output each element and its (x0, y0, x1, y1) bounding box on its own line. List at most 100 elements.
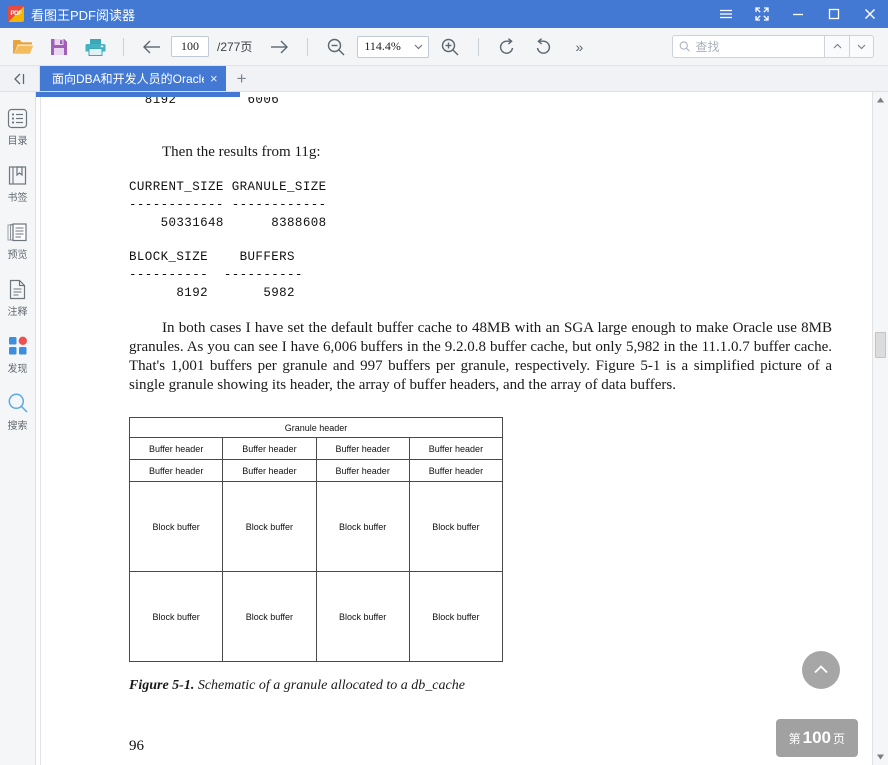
main-toolbar: /277页 114.4% » (0, 28, 888, 66)
sidebar-item-discover[interactable]: 发现 (0, 334, 36, 375)
figure-caption-text: Schematic of a granule allocated to a db… (194, 678, 465, 694)
block-buffer-cell: Block buffer (315, 571, 410, 663)
buffer-header-cell: Buffer header (315, 459, 410, 483)
buffer-header-cell: Buffer header (222, 459, 317, 483)
zoom-level-select[interactable]: 114.4% (357, 35, 430, 58)
scrollbar-down-arrow[interactable] (873, 749, 888, 765)
page-badge-number: 100 (802, 728, 831, 747)
annotation-icon (7, 277, 28, 301)
maximize-icon[interactable] (816, 0, 852, 28)
rotate-right-icon[interactable] (526, 32, 560, 62)
sidebar-label-search: 搜索 (7, 421, 28, 432)
intro-line: Then the results from 11g: (129, 143, 832, 162)
block-buffer-cell: Block buffer (408, 571, 504, 663)
chevron-up-icon (833, 43, 841, 49)
open-file-icon[interactable] (6, 32, 40, 62)
toolbar-divider (123, 37, 124, 56)
block-buffer-cell: Block buffer (128, 571, 224, 663)
search-prev-button[interactable] (824, 35, 849, 58)
page-total-label: /277页 (217, 40, 253, 54)
toolbar-divider-2 (307, 37, 309, 56)
sidebar-label-bookmarks: 书签 (7, 193, 28, 204)
app-title: 看图王PDF阅读器 (31, 7, 136, 23)
tab-close-icon[interactable]: × (210, 72, 218, 85)
minimize-icon[interactable] (780, 0, 816, 28)
sidebar-item-bookmarks[interactable]: 书签 (0, 163, 36, 204)
table-row: Buffer header Buffer header Buffer heade… (128, 459, 504, 483)
scrollbar-up-arrow[interactable] (873, 92, 888, 108)
save-file-icon[interactable] (42, 32, 76, 62)
search-input[interactable] (695, 39, 818, 54)
zoom-out-icon[interactable] (319, 32, 353, 62)
page-number-input[interactable] (171, 36, 209, 57)
list-icon (7, 106, 28, 130)
close-icon[interactable] (852, 0, 888, 28)
table-row: Buffer header Buffer header Buffer heade… (128, 437, 504, 461)
search-next-button[interactable] (849, 35, 874, 58)
scrollbar-thumb[interactable] (875, 332, 886, 358)
block-buffer-cell: Block buffer (128, 481, 224, 573)
sidebar-label-annotations: 注释 (7, 307, 28, 318)
title-bar: 看图王PDF阅读器 (0, 0, 888, 28)
page-badge-suffix: 页 (832, 732, 845, 746)
sidebar-label-discover: 发现 (7, 364, 28, 375)
buffer-header-cell: Buffer header (408, 459, 504, 483)
new-tab-button[interactable]: + (226, 66, 258, 91)
code-block-block-size: BLOCK_SIZE BUFFERS ---------- ----------… (129, 250, 303, 301)
scroll-to-top-button[interactable] (802, 651, 840, 689)
block-buffer-cell: Block buffer (408, 481, 504, 573)
chevron-down-icon (414, 44, 423, 50)
vertical-scrollbar[interactable] (872, 92, 888, 765)
menu-icon[interactable] (708, 0, 744, 28)
more-tools-label: » (575, 38, 584, 55)
sidebar-item-preview[interactable]: 预览 (0, 220, 36, 261)
print-icon[interactable] (78, 32, 112, 62)
block-buffer-cell: Block buffer (222, 571, 317, 663)
left-sidebar: 目录 书签 预览 注释 发现 搜索 (0, 92, 36, 765)
sidebar-label-preview: 预览 (7, 250, 28, 261)
sidebar-item-contents[interactable]: 目录 (0, 106, 36, 147)
intro-line-text: Then the results from 11g: (162, 144, 321, 160)
search-icon (7, 391, 29, 415)
clipped-code-row: 8192 6006 (129, 97, 832, 117)
app-logo-icon (8, 6, 24, 22)
table-row: Block buffer Block buffer Block buffer B… (128, 571, 504, 663)
block-buffer-cell: Block buffer (222, 481, 317, 573)
buffer-header-cell: Buffer header (315, 437, 410, 461)
granule-figure-table: Granule header Buffer header Buffer head… (128, 417, 504, 663)
table-row-granule: Granule header (129, 417, 503, 439)
figure-caption: Figure 5-1. Schematic of a granule alloc… (129, 678, 832, 694)
prev-page-button[interactable] (135, 32, 169, 62)
page-indicator-badge[interactable]: 第 100 页 (775, 719, 858, 757)
buffer-header-cell: Buffer header (222, 437, 317, 461)
main-body: 目录 书签 预览 注释 发现 搜索 8192 6006 Then the res… (0, 92, 888, 765)
sidebar-item-search[interactable]: 搜索 (0, 391, 36, 432)
buffer-header-cell: Buffer header (408, 437, 504, 461)
search-area (672, 35, 882, 58)
sidebar-label-contents: 目录 (7, 136, 28, 147)
next-page-button[interactable] (262, 32, 296, 62)
code-block-current-size: CURRENT_SIZE GRANULE_SIZE ------------ -… (129, 179, 327, 230)
discover-icon (8, 334, 28, 358)
chevron-down-icon (857, 44, 866, 50)
document-viewport[interactable]: 8192 6006 Then the results from 11g: CUR… (36, 92, 872, 765)
document-tab[interactable]: 面向DBA和开发人员的Oracle核 × (40, 66, 226, 91)
search-box[interactable] (672, 35, 824, 58)
pdf-page: 8192 6006 Then the results from 11g: CUR… (40, 97, 872, 765)
buffer-header-cell: Buffer header (128, 459, 224, 483)
zoom-in-icon[interactable] (433, 32, 467, 62)
clipped-code-text: 8192 6006 (129, 97, 280, 107)
fullscreen-icon[interactable] (744, 0, 780, 28)
more-tools-button[interactable]: » (562, 32, 596, 62)
figure-caption-label: Figure 5-1. (129, 678, 195, 694)
page-badge-prefix: 第 (788, 732, 801, 746)
window-controls (708, 0, 888, 28)
rotate-left-icon[interactable] (490, 32, 524, 62)
sidebar-collapse-button[interactable] (0, 66, 40, 91)
buffer-header-cell: Buffer header (128, 437, 224, 461)
sidebar-item-annotations[interactable]: 注释 (0, 277, 36, 318)
document-tab-label: 面向DBA和开发人员的Oracle核 (52, 72, 204, 86)
tab-strip: 面向DBA和开发人员的Oracle核 × + (0, 66, 888, 92)
granule-header-cell: Granule header (129, 417, 503, 439)
body-paragraph: In both cases I have set the default buf… (129, 319, 832, 394)
